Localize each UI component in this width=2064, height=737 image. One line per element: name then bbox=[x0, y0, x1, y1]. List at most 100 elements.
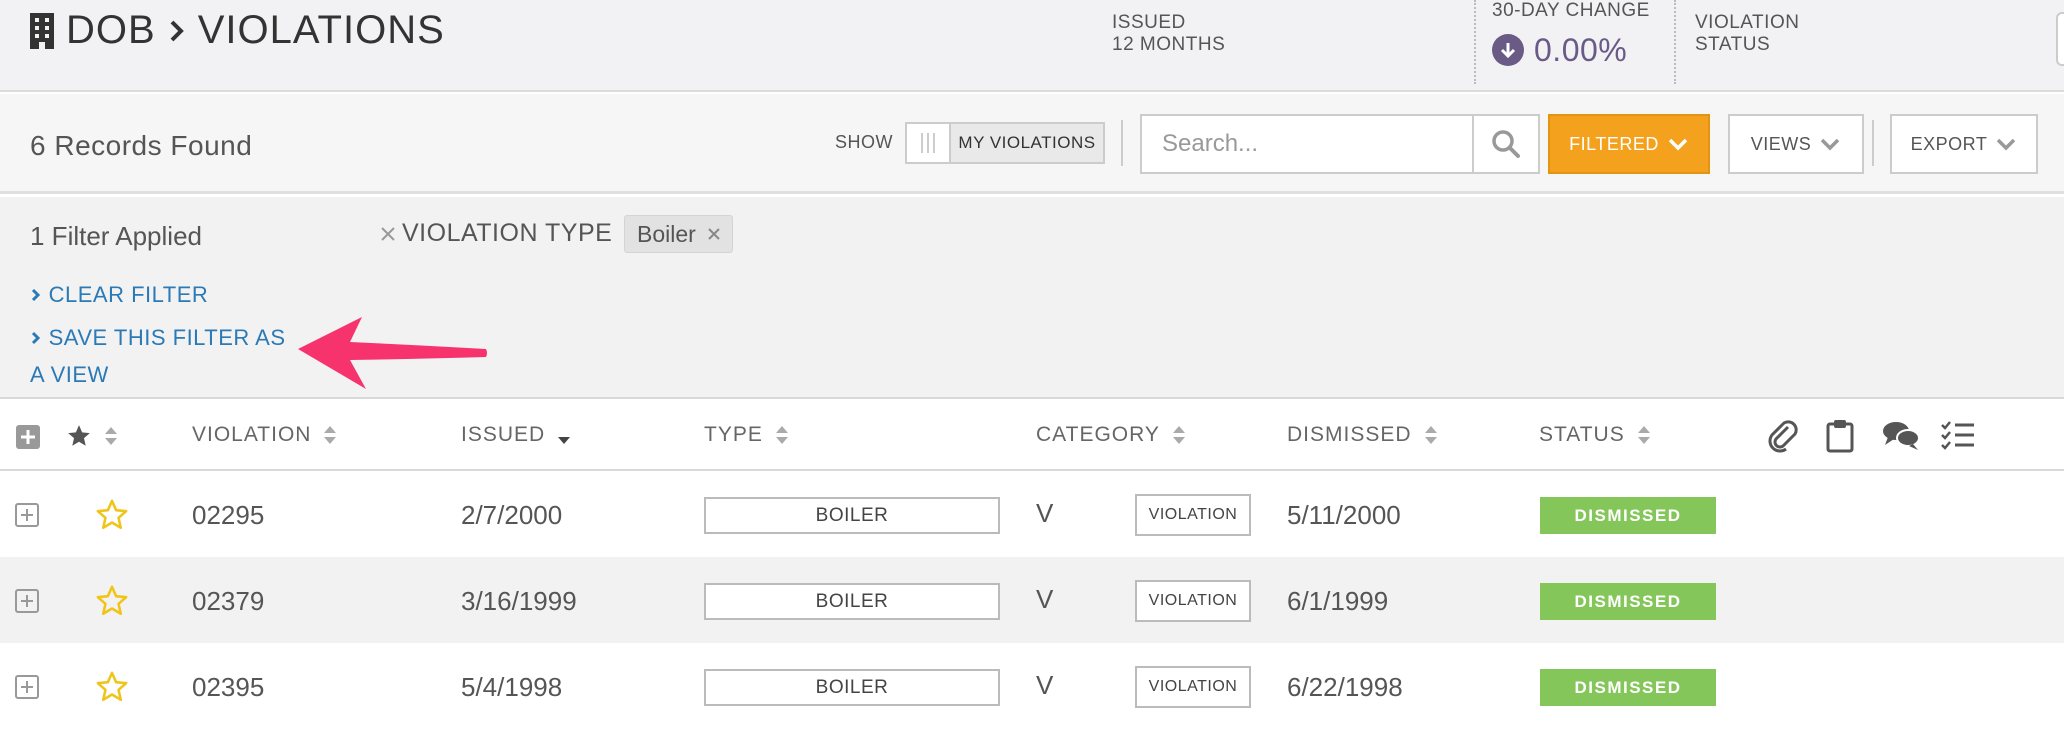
close-icon[interactable] bbox=[706, 226, 722, 242]
change-stat-value: 0.00% bbox=[1534, 32, 1628, 68]
column-header-status[interactable]: STATUS bbox=[1539, 423, 1651, 447]
sort-icon bbox=[1172, 426, 1185, 444]
paperclip-icon[interactable] bbox=[1766, 419, 1800, 453]
column-header-dismissed[interactable]: DISMISSED bbox=[1287, 423, 1438, 447]
filter-value-chip: Boiler bbox=[624, 215, 733, 253]
filters-applied-count: 1 Filter Applied bbox=[30, 221, 202, 251]
filter-field-label: VIOLATION TYPE bbox=[402, 219, 613, 247]
clear-filter-label: CLEAR FILTER bbox=[48, 282, 209, 307]
category-tag: VIOLATION bbox=[1135, 580, 1251, 622]
toolbar-divider bbox=[1121, 120, 1123, 166]
column-header-violation[interactable]: VIOLATION bbox=[192, 423, 337, 447]
status-badge: DISMISSED bbox=[1540, 583, 1716, 620]
column-header-issued[interactable]: ISSUED bbox=[461, 423, 571, 447]
sort-icon bbox=[324, 426, 337, 444]
stat-divider bbox=[1674, 0, 1676, 84]
issued-stat[interactable]: ISSUED 12 MONTHS bbox=[1112, 12, 1225, 56]
search-button[interactable] bbox=[1472, 116, 1538, 172]
type-tag: BOILER bbox=[704, 669, 1000, 706]
chevron-right-icon bbox=[170, 20, 184, 41]
close-icon[interactable] bbox=[378, 224, 398, 244]
status-badge: DISMISSED bbox=[1540, 497, 1716, 534]
table-row[interactable]: 02395 5/4/1998 BOILER V VIOLATION 6/22/1… bbox=[0, 643, 2064, 729]
filtered-button-label: FILTERED bbox=[1569, 133, 1659, 154]
issued-date: 5/4/1998 bbox=[461, 672, 563, 702]
issued-date: 3/16/1999 bbox=[461, 586, 577, 616]
toolbar-divider bbox=[1872, 120, 1874, 166]
violation-status-label-2: STATUS bbox=[1695, 34, 1771, 55]
sort-icon bbox=[775, 426, 788, 444]
issued-date: 2/7/2000 bbox=[461, 500, 563, 530]
column-header-category[interactable]: CATEGORY bbox=[1036, 423, 1186, 447]
comments-icon[interactable] bbox=[1882, 419, 1920, 451]
sort-icon bbox=[1637, 426, 1650, 444]
chevron-down-icon bbox=[1997, 138, 2016, 151]
filter-field: VIOLATION TYPE bbox=[378, 219, 612, 248]
column-header-status-label: STATUS bbox=[1539, 423, 1625, 446]
toolbar: 6 Records Found SHOW MY VIOLATIONS FILTE… bbox=[0, 94, 2064, 194]
plus-square-icon[interactable] bbox=[14, 502, 40, 528]
type-tag: BOILER bbox=[704, 497, 1000, 534]
dismissed-date: 6/1/1999 bbox=[1287, 586, 1389, 616]
plus-square-icon[interactable] bbox=[14, 674, 40, 700]
records-count: 6 Records Found bbox=[30, 130, 253, 161]
column-header-violation-label: VIOLATION bbox=[192, 423, 312, 446]
star-outline-icon[interactable] bbox=[95, 670, 129, 704]
breadcrumb-module[interactable]: DOB bbox=[66, 8, 156, 53]
arrow-down-circle-icon bbox=[1492, 34, 1524, 66]
table-row[interactable]: 02295 2/7/2000 BOILER V VIOLATION 5/11/2… bbox=[0, 471, 2064, 557]
status-badge: DISMISSED bbox=[1540, 669, 1716, 706]
clipboard-icon[interactable] bbox=[1826, 419, 1854, 453]
toggle-label: MY VIOLATIONS bbox=[951, 124, 1103, 162]
filtered-button[interactable]: FILTERED bbox=[1548, 114, 1710, 174]
stat-divider bbox=[1474, 0, 1476, 84]
violation-number[interactable]: 02395 bbox=[192, 672, 264, 703]
column-header-type-label: TYPE bbox=[704, 423, 763, 446]
violation-status-label: VIOLATION bbox=[1695, 12, 1800, 33]
category-code: V bbox=[1036, 670, 1054, 700]
search-box bbox=[1140, 114, 1540, 174]
search-icon bbox=[1492, 130, 1520, 158]
type-tag: BOILER bbox=[704, 583, 1000, 620]
change-stat[interactable]: 30-DAY CHANGE 0.00% bbox=[1492, 0, 1650, 66]
toggle-grip-icon bbox=[907, 124, 951, 162]
table-header: VIOLATION ISSUED TYPE CATEGORY DISMISSED… bbox=[0, 401, 2064, 471]
filter-panel: 1 Filter Applied VIOLATION TYPE Boiler C… bbox=[0, 197, 2064, 399]
sort-descending-icon bbox=[558, 437, 571, 444]
my-violations-toggle[interactable]: MY VIOLATIONS bbox=[905, 122, 1105, 164]
search-input[interactable] bbox=[1142, 116, 1472, 172]
side-panel-tab[interactable] bbox=[2056, 12, 2064, 66]
column-header-issued-label: ISSUED bbox=[461, 423, 546, 446]
breadcrumb: DOB VIOLATIONS bbox=[28, 8, 445, 53]
filter-value-label: Boiler bbox=[637, 220, 696, 247]
plus-square-icon[interactable] bbox=[14, 588, 40, 614]
violation-number[interactable]: 02379 bbox=[192, 586, 264, 617]
table-row[interactable]: 02379 3/16/1999 BOILER V VIOLATION 6/1/1… bbox=[0, 557, 2064, 643]
issued-stat-period: 12 MONTHS bbox=[1112, 34, 1226, 55]
violation-status-stat[interactable]: VIOLATION STATUS bbox=[1695, 12, 1799, 56]
dismissed-date: 5/11/2000 bbox=[1287, 500, 1401, 530]
star-icon[interactable] bbox=[66, 423, 92, 449]
chevron-right-icon bbox=[31, 288, 41, 302]
change-stat-label: 30-DAY CHANGE bbox=[1492, 0, 1650, 21]
show-label: SHOW bbox=[835, 132, 893, 152]
sort-icon[interactable] bbox=[104, 425, 118, 447]
violation-number[interactable]: 02295 bbox=[192, 500, 264, 531]
chevron-down-icon bbox=[1821, 138, 1840, 151]
category-code: V bbox=[1036, 498, 1054, 528]
category-code: V bbox=[1036, 584, 1054, 614]
star-outline-icon[interactable] bbox=[95, 498, 129, 532]
views-button[interactable]: VIEWS bbox=[1728, 114, 1864, 174]
annotation-arrow bbox=[298, 317, 487, 389]
export-button-label: EXPORT bbox=[1910, 133, 1988, 154]
star-outline-icon[interactable] bbox=[95, 584, 129, 618]
checklist-icon[interactable] bbox=[1940, 419, 1976, 451]
export-button[interactable]: EXPORT bbox=[1890, 114, 2038, 174]
page-title: VIOLATIONS bbox=[197, 8, 445, 52]
sort-icon bbox=[1424, 426, 1437, 444]
clear-filter-link[interactable]: CLEAR FILTER bbox=[30, 276, 208, 313]
expand-all-icon[interactable] bbox=[15, 424, 41, 450]
category-tag: VIOLATION bbox=[1135, 666, 1251, 708]
column-header-type[interactable]: TYPE bbox=[704, 423, 789, 447]
save-filter-as-view-link[interactable]: SAVE THIS FILTER AS A VIEW bbox=[30, 319, 300, 393]
